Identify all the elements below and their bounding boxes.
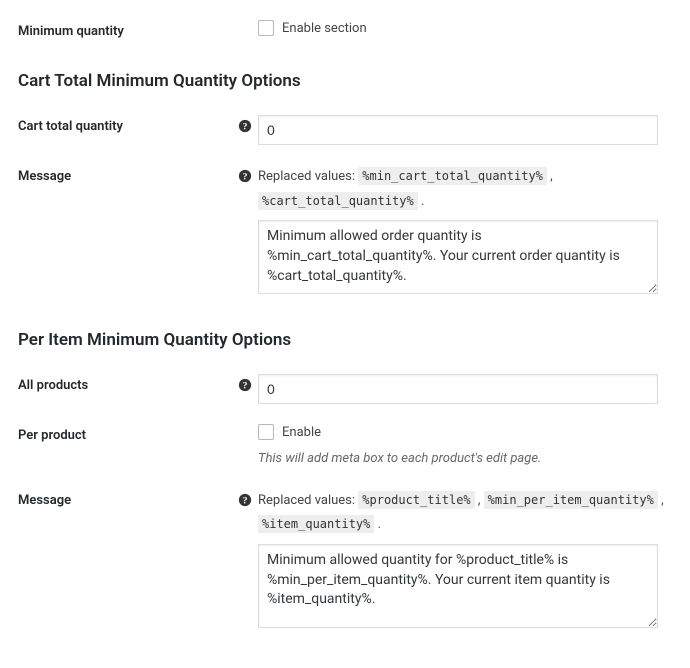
item-message-row: Message ? Replaced values: %product_titl… bbox=[18, 479, 672, 642]
enable-section-wrap[interactable]: Enable section bbox=[258, 20, 672, 36]
per-product-note: This will add meta box to each product's… bbox=[258, 450, 672, 468]
per-product-checkbox[interactable] bbox=[258, 424, 274, 440]
code-token: %product_title% bbox=[358, 491, 474, 509]
per-product-enable-label: Enable bbox=[282, 425, 321, 440]
per-item-heading: Per Item Minimum Quantity Options bbox=[18, 330, 672, 350]
code-token: %min_per_item_quantity% bbox=[484, 491, 658, 509]
replaced-prefix: Replaced values: bbox=[258, 169, 358, 184]
per-product-label: Per product bbox=[18, 424, 238, 443]
item-message-textarea[interactable] bbox=[258, 544, 658, 628]
code-token: %cart_total_quantity% bbox=[258, 192, 418, 210]
cart-message-row: Message ? Replaced values: %min_cart_tot… bbox=[18, 155, 672, 308]
minimum-quantity-label: Minimum quantity bbox=[18, 20, 238, 39]
item-replaced-values: Replaced values: %product_title% , %min_… bbox=[258, 489, 672, 538]
cart-total-qty-label: Cart total quantity bbox=[18, 115, 238, 134]
help-icon[interactable]: ? bbox=[238, 374, 258, 396]
all-products-label: All products bbox=[18, 374, 238, 393]
cart-replaced-values: Replaced values: %min_cart_total_quantit… bbox=[258, 165, 672, 214]
help-icon[interactable]: ? bbox=[238, 165, 258, 187]
per-product-enable-wrap[interactable]: Enable bbox=[258, 424, 672, 440]
enable-section-checkbox[interactable] bbox=[258, 20, 274, 36]
svg-text:?: ? bbox=[243, 381, 248, 392]
help-icon[interactable]: ? bbox=[238, 115, 258, 137]
svg-text:?: ? bbox=[243, 172, 248, 183]
svg-text:?: ? bbox=[243, 122, 248, 133]
code-token: %min_cart_total_quantity% bbox=[358, 167, 547, 185]
minimum-quantity-row: Minimum quantity Enable section bbox=[18, 10, 672, 49]
cart-total-heading: Cart Total Minimum Quantity Options bbox=[18, 71, 672, 91]
per-product-row: Per product Enable This will add meta bo… bbox=[18, 414, 672, 478]
cart-message-textarea[interactable] bbox=[258, 220, 658, 294]
cart-total-qty-input[interactable] bbox=[258, 115, 658, 145]
code-token: %item_quantity% bbox=[258, 515, 374, 533]
item-message-label: Message bbox=[18, 489, 238, 508]
cart-total-qty-row: Cart total quantity ? bbox=[18, 105, 672, 155]
enable-section-label: Enable section bbox=[282, 21, 367, 36]
help-icon[interactable]: ? bbox=[238, 489, 258, 511]
all-products-row: All products ? bbox=[18, 364, 672, 414]
all-products-input[interactable] bbox=[258, 374, 658, 404]
svg-text:?: ? bbox=[243, 495, 248, 506]
cart-message-label: Message bbox=[18, 165, 238, 184]
replaced-prefix: Replaced values: bbox=[258, 493, 358, 508]
